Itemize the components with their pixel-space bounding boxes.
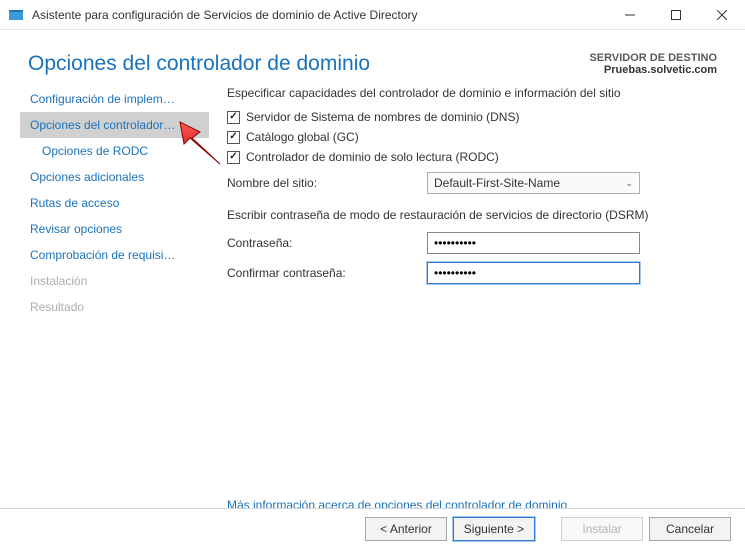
password-row: Contraseña: <box>227 232 717 254</box>
page-title: Opciones del controlador de dominio <box>28 52 370 76</box>
step-paths[interactable]: Rutas de acceso <box>20 190 209 216</box>
footer: < Anterior Siguiente > Instalar Cancelar <box>0 508 745 549</box>
minimize-button[interactable] <box>607 0 653 30</box>
password-label: Contraseña: <box>227 236 427 250</box>
dsrm-title: Escribir contraseña de modo de restaurac… <box>227 208 717 222</box>
chevron-down-icon: ⌄ <box>625 178 633 189</box>
install-button: Instalar <box>561 517 643 541</box>
checkbox-dns-row[interactable]: Servidor de Sistema de nombres de domini… <box>227 110 717 124</box>
checkbox-rodc-label: Controlador de dominio de solo lectura (… <box>246 150 499 164</box>
checkbox-rodc-row[interactable]: Controlador de dominio de solo lectura (… <box>227 150 717 164</box>
capabilities-title: Especificar capacidades del controlador … <box>227 86 717 100</box>
checkbox-rodc[interactable] <box>227 151 240 164</box>
body: Configuración de implem… Opciones del co… <box>0 86 745 486</box>
site-name-row: Nombre del sitio: Default-First-Site-Nam… <box>227 172 717 194</box>
titlebar: Asistente para configuración de Servicio… <box>0 0 745 30</box>
step-installation: Instalación <box>20 268 209 294</box>
checkbox-gc-row[interactable]: Catálogo global (GC) <box>227 130 717 144</box>
destination-label: SERVIDOR DE DESTINO <box>589 52 717 64</box>
step-results: Resultado <box>20 294 209 320</box>
checkbox-dns[interactable] <box>227 111 240 124</box>
previous-button[interactable]: < Anterior <box>365 517 447 541</box>
app-icon <box>8 7 24 23</box>
checkbox-gc[interactable] <box>227 131 240 144</box>
confirm-password-label: Confirmar contraseña: <box>227 266 427 280</box>
maximize-button[interactable] <box>653 0 699 30</box>
destination-name: Pruebas.solvetic.com <box>589 64 717 76</box>
confirm-password-row: Confirmar contraseña: <box>227 262 717 284</box>
site-name-label: Nombre del sitio: <box>227 176 427 190</box>
site-name-select[interactable]: Default-First-Site-Name ⌄ <box>427 172 640 194</box>
cancel-button[interactable]: Cancelar <box>649 517 731 541</box>
checkbox-dns-label: Servidor de Sistema de nombres de domini… <box>246 110 519 124</box>
destination-block: SERVIDOR DE DESTINO Pruebas.solvetic.com <box>589 52 717 76</box>
step-review[interactable]: Revisar opciones <box>20 216 209 242</box>
window-title: Asistente para configuración de Servicio… <box>32 8 607 22</box>
step-deployment-config[interactable]: Configuración de implem… <box>20 86 209 112</box>
content-pane: Especificar capacidades del controlador … <box>209 86 745 486</box>
header: Opciones del controlador de dominio SERV… <box>0 30 745 86</box>
close-button[interactable] <box>699 0 745 30</box>
checkbox-gc-label: Catálogo global (GC) <box>246 130 359 144</box>
annotation-arrow-icon <box>174 120 222 168</box>
confirm-password-input[interactable] <box>427 262 640 284</box>
step-prereq-check[interactable]: Comprobación de requisi… <box>20 242 209 268</box>
next-button[interactable]: Siguiente > <box>453 517 535 541</box>
site-name-value: Default-First-Site-Name <box>434 176 560 190</box>
password-input[interactable] <box>427 232 640 254</box>
